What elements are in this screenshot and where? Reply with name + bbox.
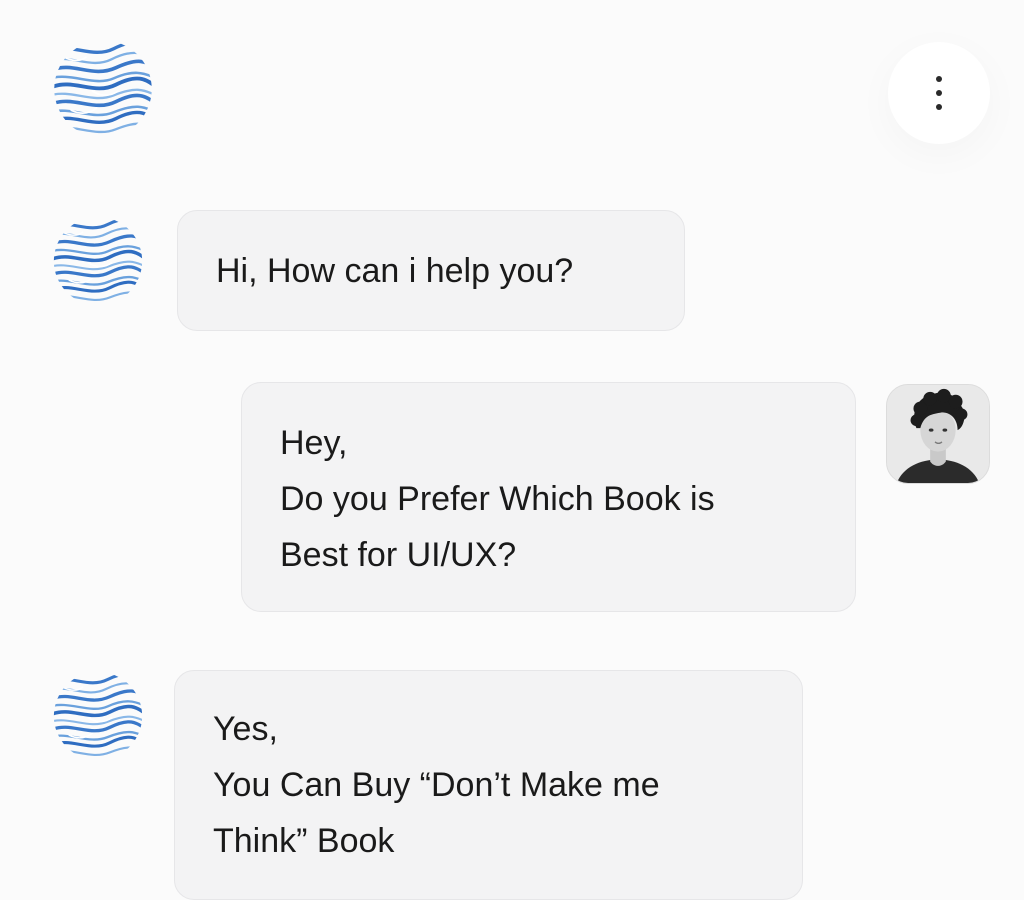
more-vertical-icon	[936, 90, 942, 96]
message-text-line: Hey,	[280, 424, 348, 462]
message-text-line: Think” Book	[213, 822, 395, 860]
bot-avatar-icon	[50, 668, 146, 764]
more-vertical-icon	[936, 104, 942, 110]
message-text-line: Best for UI/UX?	[280, 536, 517, 574]
message-text-line: Hi, How can i help you?	[216, 252, 574, 290]
bot-message-bubble: Hi, How can i help you?	[177, 210, 685, 331]
bot-message-bubble: Yes, You Can Buy “Don’t Make me Think” B…	[174, 670, 803, 900]
user-avatar[interactable]	[886, 384, 990, 484]
message-text-line: Do you Prefer Which Book is	[280, 480, 715, 518]
message-text-line: Yes,	[213, 710, 278, 748]
bot-avatar-icon	[50, 213, 146, 309]
message-text-line: You Can Buy “Don’t Make me	[213, 766, 660, 804]
user-message-bubble: Hey, Do you Prefer Which Book is Best fo…	[241, 382, 856, 612]
more-options-button[interactable]	[888, 42, 990, 144]
more-vertical-icon	[936, 76, 942, 82]
wave-orb-logo-icon	[50, 36, 156, 142]
